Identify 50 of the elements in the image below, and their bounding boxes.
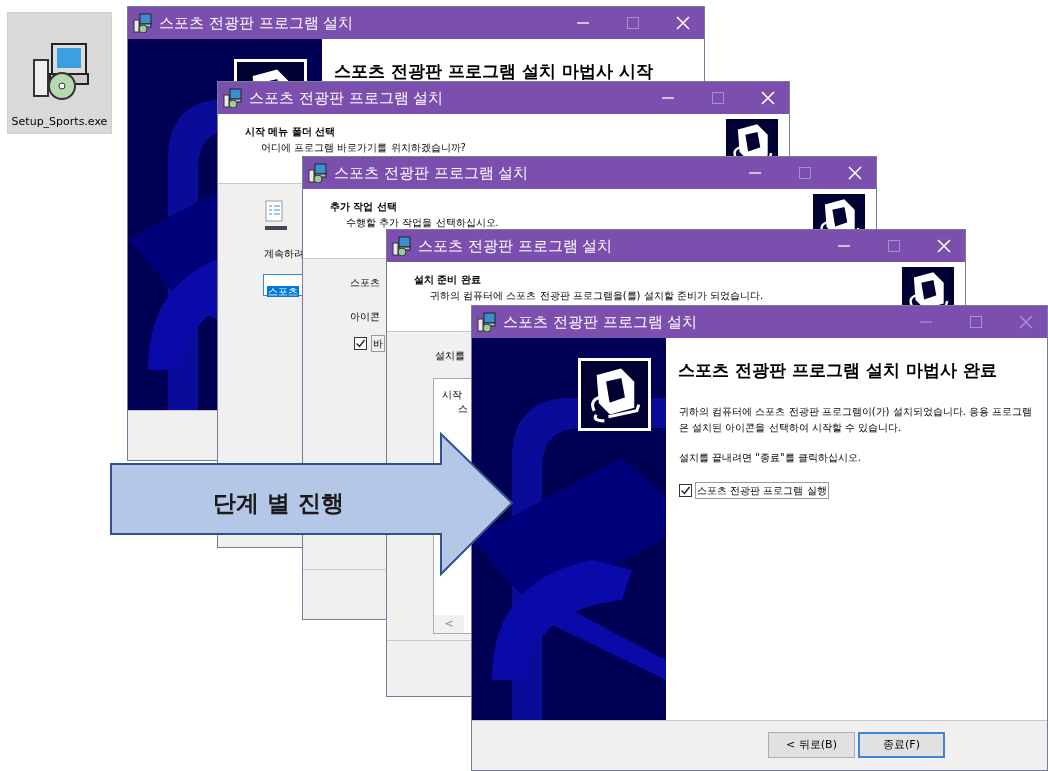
- computer-logo-icon: [578, 358, 651, 431]
- close-icon: [848, 166, 862, 180]
- window-title: 스포츠 전광판 프로그램 설치: [334, 162, 529, 184]
- setup-icon: [392, 236, 412, 256]
- checkbox-label: 바: [371, 335, 385, 352]
- maximize-icon: [712, 92, 724, 104]
- checkbox[interactable]: [679, 484, 692, 497]
- desktop-shortcut[interactable]: Setup_Sports.exe: [7, 12, 112, 134]
- setup-icon: [133, 13, 153, 33]
- setup-icon: [477, 312, 497, 332]
- info-text: 귀하의 컴퓨터에 스포츠 전광판 프로그램이(가) 설치되었습니다. 응용 프로그램은 설치된 아이콘을 선택하여 시작할 수 있습니다.: [679, 405, 1034, 435]
- window-title: 스포츠 전광판 프로그램 설치: [418, 235, 613, 257]
- close-icon: [1019, 315, 1033, 329]
- setup-icon: [223, 88, 243, 108]
- close-icon: [676, 16, 690, 30]
- close-icon: [761, 91, 775, 105]
- maximize-icon: [627, 17, 639, 29]
- page-subheading: 수행할 추가 작업을 선택하십시오.: [346, 216, 499, 230]
- folder-field[interactable]: 스포츠: [263, 274, 305, 296]
- group-label: 스포츠: [350, 276, 380, 290]
- checkbox-label: 스포츠 전광판 프로그램 실행: [695, 482, 829, 499]
- info-text: 설치를 끝내려면 "종료"를 클릭하십시오.: [679, 451, 862, 465]
- page-heading: 설치 준비 완료: [414, 273, 481, 287]
- folder-list-icon: [265, 200, 287, 230]
- page-heading: 추가 작업 선택: [330, 200, 397, 214]
- file-label: Setup_Sports.exe: [11, 114, 108, 130]
- maximize-icon: [799, 167, 811, 179]
- page-heading: 시작 메뉴 폴더 선택: [245, 125, 336, 139]
- checkmark-icon: [355, 338, 366, 349]
- checkmark-icon: [680, 485, 691, 496]
- wizard-button[interactable]: 종료(F): [858, 732, 945, 758]
- summary-text: 시작: [442, 388, 462, 402]
- section-label: 아이콘: [350, 310, 380, 324]
- setup-icon: [308, 163, 328, 183]
- wizard-heading: 스포츠 전광판 프로그램 설치 마법사 시작: [334, 60, 653, 83]
- window-title: 스포츠 전광판 프로그램 설치: [159, 12, 354, 34]
- close-icon: [937, 239, 951, 253]
- wizard-button[interactable]: < 뒤로(B): [768, 732, 855, 758]
- page-subheading: 귀하의 컴퓨터에 스포츠 전광판 프로그램을(를) 설치할 준비가 되었습니다.: [430, 289, 764, 303]
- summary-text: 스: [458, 402, 468, 416]
- maximize-icon: [888, 240, 900, 252]
- instruction-text: 설치를: [435, 349, 465, 363]
- page-subheading: 어디에 프로그램 바로가기를 위치하겠습니까?: [261, 141, 466, 155]
- checkbox[interactable]: [354, 337, 367, 350]
- maximize-icon: [970, 316, 982, 328]
- wizard-heading: 스포츠 전광판 프로그램 설치 마법사 완료: [678, 359, 997, 382]
- arrow-label: 단계 별 진행: [213, 489, 344, 518]
- instruction-text: 계속하려: [264, 247, 304, 261]
- window-title: 스포츠 전광판 프로그램 설치: [249, 87, 444, 109]
- window-title: 스포츠 전광판 프로그램 설치: [503, 311, 698, 333]
